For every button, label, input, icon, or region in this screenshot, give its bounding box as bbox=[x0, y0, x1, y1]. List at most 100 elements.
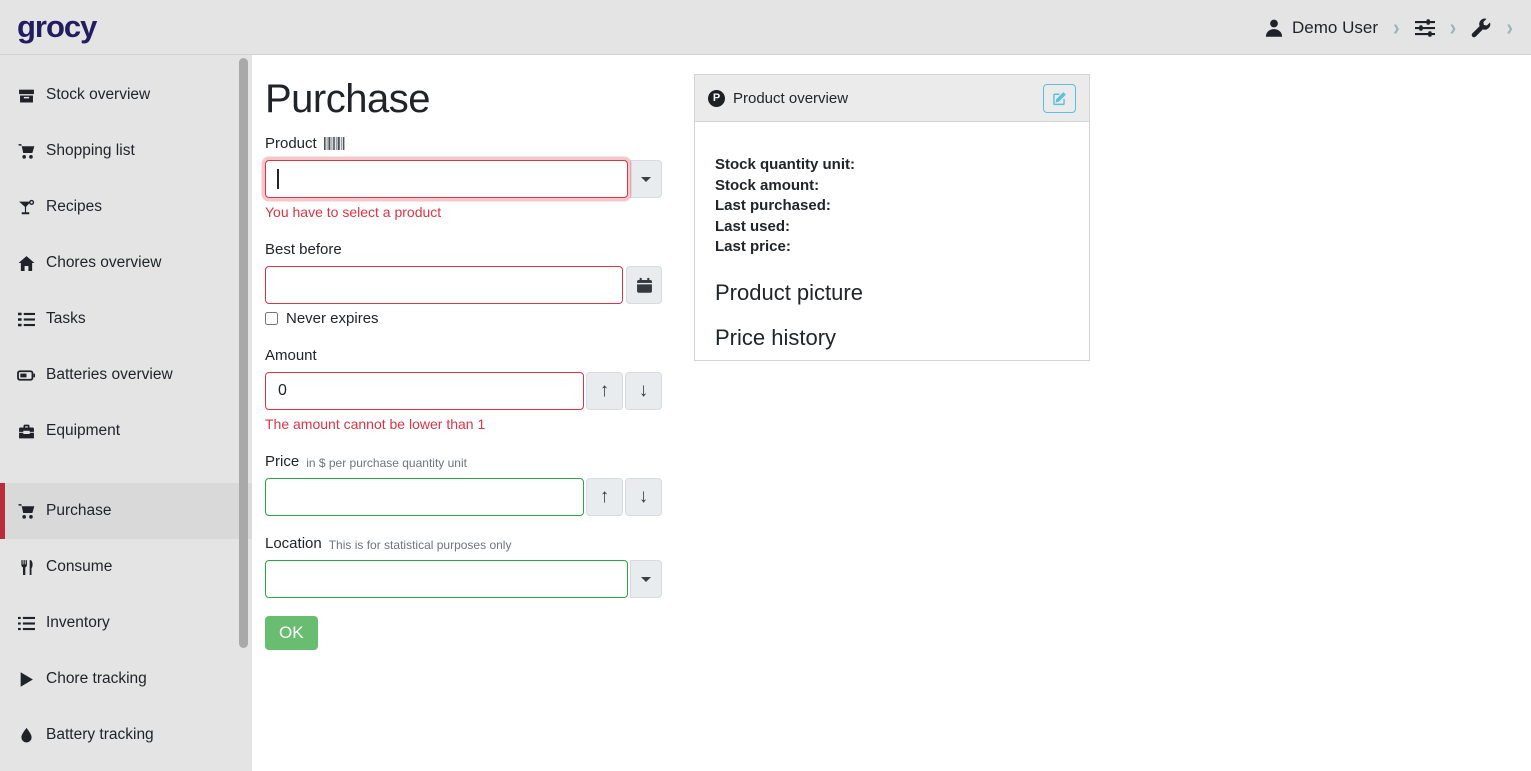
amount-decrement-button[interactable]: ↓ bbox=[625, 372, 662, 410]
user-icon bbox=[1264, 18, 1284, 38]
sidebar-item-shopping-list[interactable]: Shopping list bbox=[0, 123, 252, 179]
ok-button[interactable]: OK bbox=[265, 616, 318, 650]
sidebar-item-label: Purchase bbox=[46, 502, 111, 520]
sidebar-item-batteries-overview[interactable]: Batteries overview bbox=[0, 347, 252, 403]
price-group: Price in $ per purchase quantity unit ↑ … bbox=[265, 453, 662, 516]
edit-pencil-icon bbox=[1052, 91, 1067, 106]
stat-stock-amount: Stock amount: bbox=[715, 176, 1069, 197]
arrow-up-icon: ↑ bbox=[600, 380, 610, 402]
amount-error: The amount cannot be lower than 1 bbox=[265, 416, 662, 432]
droplet-icon bbox=[17, 727, 36, 744]
product-label-row: Product bbox=[265, 135, 662, 152]
never-expires-row[interactable]: Never expires bbox=[265, 310, 662, 327]
calendar-button[interactable] bbox=[626, 266, 662, 304]
sidebar-item-label: Inventory bbox=[46, 614, 110, 632]
product-dropdown-button[interactable] bbox=[630, 160, 662, 198]
sidebar-item-battery-tracking[interactable]: Battery tracking bbox=[0, 707, 252, 763]
product-overview-title: Product overview bbox=[733, 90, 848, 107]
top-bar: grocy Demo User › › › bbox=[0, 0, 1531, 55]
stat-stock-quantity-unit: Stock quantity unit: bbox=[715, 155, 1069, 176]
amount-input[interactable] bbox=[265, 372, 584, 410]
settings-sliders-icon[interactable] bbox=[1415, 18, 1435, 38]
chevron-right-icon[interactable]: › bbox=[1450, 16, 1457, 39]
utensils-icon bbox=[17, 559, 36, 576]
edit-product-button[interactable] bbox=[1043, 84, 1076, 113]
purchase-form: Purchase Product bbox=[265, 56, 662, 650]
list-icon bbox=[17, 615, 36, 632]
price-label: Price bbox=[265, 453, 299, 470]
shopping-cart-icon bbox=[17, 503, 36, 520]
chevron-right-icon[interactable]: › bbox=[1506, 16, 1513, 39]
product-overview-card: P Product overview Stock quantity unit: … bbox=[694, 74, 1090, 361]
amount-label: Amount bbox=[265, 347, 317, 364]
price-decrement-button[interactable]: ↓ bbox=[625, 478, 662, 516]
toolbox-icon bbox=[17, 423, 36, 440]
product-group: Product bbox=[265, 135, 662, 220]
text-caret bbox=[277, 169, 279, 189]
sidebar-item-label: Shopping list bbox=[46, 142, 135, 160]
arrow-down-icon: ↓ bbox=[639, 486, 649, 508]
barcode-scan-icon[interactable] bbox=[324, 137, 347, 150]
product-p-icon: P bbox=[708, 90, 725, 107]
price-input[interactable] bbox=[265, 478, 584, 516]
price-increment-button[interactable]: ↑ bbox=[586, 478, 623, 516]
best-before-label: Best before bbox=[265, 241, 342, 258]
sidebar-item-consume[interactable]: Consume bbox=[0, 539, 252, 595]
best-before-group: Best before Never expires bbox=[265, 241, 662, 327]
location-dropdown-button[interactable] bbox=[630, 560, 662, 598]
sidebar-scrollbar-thumb[interactable] bbox=[239, 58, 248, 648]
sidebar-item-label: Chores overview bbox=[46, 254, 161, 272]
home-icon bbox=[17, 255, 36, 272]
sidebar-item-label: Stock overview bbox=[46, 86, 150, 104]
sidebar-item-label: Batteries overview bbox=[46, 366, 173, 384]
tasks-list-icon bbox=[17, 311, 36, 328]
sidebar-item-tasks[interactable]: Tasks bbox=[0, 291, 252, 347]
sidebar-item-equipment[interactable]: Equipment bbox=[0, 403, 252, 459]
price-history-heading: Price history bbox=[715, 325, 1069, 351]
caret-down-icon bbox=[641, 577, 651, 582]
page-title: Purchase bbox=[265, 77, 662, 122]
best-before-input[interactable] bbox=[265, 266, 623, 304]
stat-last-purchased: Last purchased: bbox=[715, 196, 1069, 217]
product-label: Product bbox=[265, 135, 317, 152]
sidebar-item-chore-tracking[interactable]: Chore tracking bbox=[0, 651, 252, 707]
user-menu[interactable]: Demo User bbox=[1264, 18, 1378, 38]
product-error: You have to select a product bbox=[265, 204, 662, 220]
sidebar-item-label: Tasks bbox=[46, 310, 86, 328]
price-hint: in $ per purchase quantity unit bbox=[306, 454, 467, 470]
user-label: Demo User bbox=[1292, 18, 1378, 38]
sidebar-item-recipes[interactable]: Recipes bbox=[0, 179, 252, 235]
grocy-logo[interactable]: grocy bbox=[17, 9, 96, 45]
sidebar-item-label: Equipment bbox=[46, 422, 120, 440]
amount-group: Amount ↑ ↓ The amount cannot be lower th… bbox=[265, 347, 662, 432]
location-input[interactable] bbox=[265, 560, 628, 598]
chevron-right-icon[interactable]: › bbox=[1393, 16, 1400, 39]
sidebar-item-label: Consume bbox=[46, 558, 112, 576]
sidebar-item-stock-overview[interactable]: Stock overview bbox=[0, 67, 252, 123]
product-picture-heading: Product picture bbox=[715, 280, 1069, 306]
stock-box-icon bbox=[17, 87, 36, 104]
product-input[interactable] bbox=[265, 160, 628, 198]
never-expires-label: Never expires bbox=[286, 310, 379, 327]
stat-last-used: Last used: bbox=[715, 217, 1069, 238]
top-nav: Demo User › › › bbox=[1264, 0, 1513, 55]
sidebar-item-chores-overview[interactable]: Chores overview bbox=[0, 235, 252, 291]
location-group: Location This is for statistical purpose… bbox=[265, 535, 662, 598]
location-hint: This is for statistical purposes only bbox=[329, 536, 512, 552]
play-icon bbox=[17, 671, 36, 688]
sidebar: Stock overview Shopping list Recipes Cho… bbox=[0, 55, 252, 771]
shopping-cart-icon bbox=[17, 143, 36, 160]
battery-icon bbox=[17, 367, 36, 384]
sidebar-item-inventory[interactable]: Inventory bbox=[0, 595, 252, 651]
amount-increment-button[interactable]: ↑ bbox=[586, 372, 623, 410]
sidebar-item-label: Chore tracking bbox=[46, 670, 147, 688]
sidebar-item-label: Battery tracking bbox=[46, 726, 154, 744]
product-overview-header: P Product overview bbox=[695, 75, 1089, 122]
location-label: Location bbox=[265, 535, 322, 552]
caret-down-icon bbox=[641, 177, 651, 182]
wrench-icon[interactable] bbox=[1471, 18, 1491, 38]
sidebar-item-label: Recipes bbox=[46, 198, 102, 216]
never-expires-checkbox[interactable] bbox=[265, 312, 278, 325]
arrow-down-icon: ↓ bbox=[639, 380, 649, 402]
sidebar-item-purchase[interactable]: Purchase bbox=[0, 483, 252, 539]
